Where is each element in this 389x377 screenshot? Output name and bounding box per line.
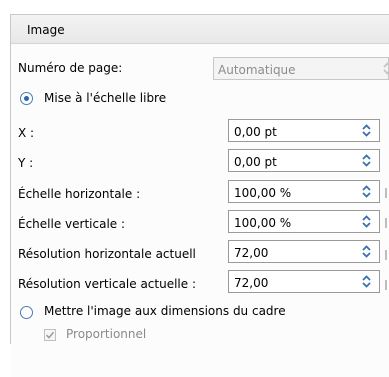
y-value: 0,00 pt [234, 155, 277, 169]
horizontal-scale-label: Échelle horizontale : [18, 187, 141, 201]
spinner-arrows-icon[interactable] [360, 214, 373, 229]
vertical-resolution-value: 72,00 [234, 276, 269, 290]
radio-selected-dot [24, 96, 29, 101]
horizontal-resolution-label: Résolution horizontale actuell [18, 247, 196, 261]
spinner-arrows-icon[interactable] [360, 184, 373, 199]
y-label: Y : [18, 156, 34, 170]
panel-edge-mark [385, 218, 387, 228]
vertical-scale-spinbox[interactable]: 100,00 % [228, 210, 380, 233]
x-spinbox[interactable]: 0,00 pt [228, 119, 380, 142]
x-value: 0,00 pt [234, 125, 277, 139]
section-header[interactable]: Image [11, 15, 389, 44]
free-scale-radio[interactable] [20, 92, 33, 105]
panel-border-left [10, 14, 11, 344]
horizontal-resolution-value: 72,00 [234, 246, 269, 260]
horizontal-resolution-spinbox[interactable]: 72,00 [228, 240, 380, 263]
vertical-scale-value: 100,00 % [234, 216, 292, 230]
page-number-label: Numéro de page: [18, 61, 123, 75]
proportional-checkbox[interactable] [44, 329, 56, 341]
spinner-arrows-icon[interactable] [360, 123, 373, 138]
checkmark-icon [45, 331, 55, 339]
y-spinbox[interactable]: 0,00 pt [228, 149, 380, 172]
fit-to-frame-label: Mettre l'image aux dimensions du cadre [44, 304, 286, 318]
spinner-arrows-icon [383, 62, 389, 75]
spinner-arrows-icon[interactable] [360, 153, 373, 168]
spinner-arrows-icon[interactable] [360, 274, 373, 289]
panel-edge-mark [385, 250, 387, 260]
vertical-resolution-label: Résolution verticale actuelle : [18, 277, 197, 291]
page-number-value: Automatique [218, 63, 296, 77]
panel-edge-mark [385, 280, 387, 290]
x-label: X : [18, 126, 35, 140]
free-scale-label: Mise à l'échelle libre [44, 91, 167, 105]
section-title: Image [27, 23, 65, 37]
vertical-resolution-spinbox[interactable]: 72,00 [228, 270, 380, 293]
horizontal-scale-value: 100,00 % [234, 186, 292, 200]
spinner-arrows-icon[interactable] [360, 244, 373, 259]
fit-to-frame-radio[interactable] [20, 306, 33, 319]
panel-edge-mark [385, 188, 387, 198]
proportional-label: Proportionnel [66, 327, 147, 341]
horizontal-scale-spinbox[interactable]: 100,00 % [228, 180, 380, 203]
vertical-scale-label: Échelle verticale : [18, 217, 126, 231]
page-number-spinbox: Automatique [213, 57, 389, 80]
